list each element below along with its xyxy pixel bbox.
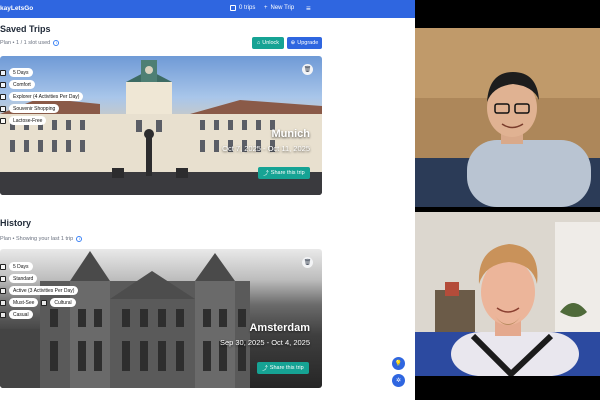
- tag-row: Souvenir Shopping: [0, 104, 83, 113]
- bug-icon: ✲: [395, 378, 402, 384]
- tag-duration: 5 Days: [9, 68, 33, 77]
- participant-video-feed: [415, 212, 600, 376]
- trash-icon: 🗑: [303, 260, 312, 266]
- trash-icon: 🗑: [303, 67, 312, 73]
- lightbulb-icon: 💡: [394, 361, 403, 367]
- tag-pace: Active (3 Activities Per Day): [9, 286, 79, 295]
- tag-pace: Explorer (4 Activities Per Day): [9, 92, 84, 101]
- new-trip-label: New Trip: [270, 5, 295, 11]
- top-bar: kayLetsGo 0 trips + New Trip ≡: [0, 0, 415, 18]
- tag-row: Standard: [0, 274, 78, 283]
- delete-trip-button[interactable]: 🗑: [302, 64, 313, 75]
- wallet-icon: [0, 275, 6, 282]
- video-call-screen: kayLetsGo 0 trips + New Trip ≡ Saved Tri…: [0, 0, 600, 400]
- saved-trips-subtitle-row: Plan • 1 / 1 slot used i: [0, 40, 60, 46]
- tag-row: Active (3 Activities Per Day): [0, 286, 79, 295]
- history-subtitle: Plan • Showing your last 1 trip: [0, 236, 74, 242]
- delete-trip-button[interactable]: 🗑: [302, 257, 313, 268]
- trip-dates: Oct 7, 2025 - Oct 11, 2025: [222, 144, 310, 153]
- trip-city: Munich: [271, 128, 311, 140]
- history-title: History: [0, 218, 32, 228]
- tag-interest: Must-See: [9, 298, 39, 307]
- museum-icon: [41, 299, 48, 306]
- share-trip-button[interactable]: ⤴ Share this trip: [257, 362, 309, 374]
- wallet-icon: [0, 81, 6, 88]
- trip-card-munich[interactable]: 🗑 Munich Oct 7, 2025 - Oct 11, 2025 ⤴ Sh…: [0, 56, 322, 195]
- trip-dates: Sep 30, 2025 - Oct 4, 2025: [219, 338, 310, 347]
- tag-row: Lactose-Free: [0, 116, 83, 125]
- tag-budget: Comfort: [9, 80, 35, 89]
- app-brand[interactable]: kayLetsGo: [0, 5, 33, 12]
- info-icon[interactable]: i: [53, 40, 60, 46]
- upgrade-icon: ⊕: [290, 40, 296, 46]
- lightbulb-button[interactable]: 💡: [392, 357, 405, 370]
- info-icon[interactable]: i: [76, 236, 83, 242]
- trip-tags: 5 Days Standard Active (3 Activities Per…: [0, 262, 79, 319]
- share-trip-button[interactable]: ⤴ Share this trip: [258, 167, 310, 179]
- upgrade-label: Upgrade: [297, 40, 319, 46]
- menu-icon: ≡: [306, 4, 311, 13]
- tag-row: Explorer (4 Activities Per Day): [0, 92, 84, 101]
- history-subtitle-row: Plan • Showing your last 1 trip i: [0, 236, 83, 242]
- plus-icon: +: [264, 5, 268, 11]
- share-trip-label: Share this trip: [269, 365, 304, 371]
- star-icon: [0, 299, 6, 306]
- saved-trips-subtitle: Plan • 1 / 1 slot used: [0, 40, 51, 46]
- shopping-icon: [0, 105, 6, 112]
- trip-app-window: kayLetsGo 0 trips + New Trip ≡ Saved Tri…: [0, 0, 415, 400]
- video-tile-participant-1[interactable]: [415, 28, 600, 207]
- diet-icon: [0, 311, 6, 318]
- activity-icon: [0, 287, 6, 294]
- tag-row: Comfort: [0, 80, 83, 89]
- tag-duration: 5 Days: [9, 262, 33, 271]
- tag-row: 5 Days: [0, 262, 78, 271]
- share-icon: ⤴: [263, 171, 269, 177]
- calendar-icon: [0, 69, 6, 76]
- calendar-icon: [0, 263, 6, 270]
- unlock-button[interactable]: ⌂ Unlock: [252, 37, 284, 49]
- trips-count-label: 0 trips: [239, 5, 256, 11]
- menu-button[interactable]: ≡: [306, 4, 311, 13]
- trip-city: Amsterdam: [249, 322, 310, 334]
- activity-icon: [0, 93, 6, 100]
- share-icon: ⤴: [262, 366, 268, 372]
- participant-video-feed: [415, 28, 600, 207]
- unlock-icon: ⌂: [256, 40, 261, 46]
- trip-card-amsterdam[interactable]: 🗑 Amsterdam Sep 30, 2025 - Oct 4, 2025 ⤴…: [0, 249, 322, 388]
- copy-icon: [230, 5, 236, 11]
- tag-row: Must-See Cultural: [0, 298, 78, 307]
- tag-interest: Souvenir Shopping: [9, 104, 60, 113]
- unlock-label: Unlock: [262, 40, 280, 46]
- share-trip-label: Share this trip: [270, 170, 305, 176]
- new-trip-button[interactable]: + New Trip: [264, 5, 294, 11]
- feedback-button[interactable]: ✲: [392, 374, 405, 387]
- tag-interest: Cultural: [50, 298, 76, 307]
- trip-tags: 5 Days Comfort Explorer (4 Activities Pe…: [0, 68, 84, 125]
- diet-icon: [0, 117, 6, 124]
- trips-count-button[interactable]: 0 trips: [230, 5, 255, 11]
- tag-diet: Lactose-Free: [9, 116, 47, 125]
- tag-dining: Casual: [9, 310, 33, 319]
- upgrade-button[interactable]: ⊕ Upgrade: [287, 37, 322, 49]
- tag-budget: Standard: [9, 274, 38, 283]
- tag-row: 5 Days: [0, 68, 83, 77]
- tag-row: Casual: [0, 310, 78, 319]
- saved-trips-title: Saved Trips: [0, 24, 51, 34]
- video-tile-participant-2[interactable]: [415, 212, 600, 376]
